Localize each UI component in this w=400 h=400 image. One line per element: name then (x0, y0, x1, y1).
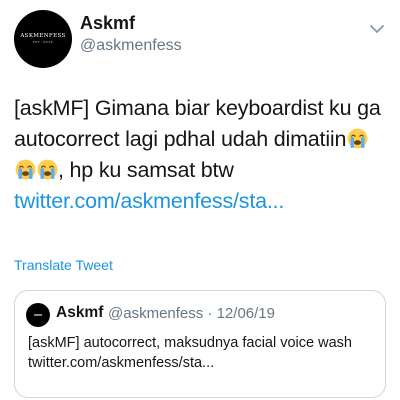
tweet-text-segment: , hp ku samsat btw (58, 158, 234, 182)
avatar-brand-text: ASKMENFESS (20, 32, 66, 39)
quoted-handle-date: @askmenfess · 12/06/19 (108, 305, 275, 322)
crying-face-icon (15, 159, 36, 180)
tweet-text-line: [askMF] Gimana biar keyboardist ku ga (14, 96, 381, 120)
quoted-avatar (26, 303, 50, 327)
tweet-text-line: autocorrect lagi pdhal udah dimatiin (14, 124, 392, 155)
crying-face-icon (347, 128, 368, 149)
tweet-card[interactable]: ASKMENFESS EST. 2019 Askmf @askmenfess [… (0, 0, 400, 400)
tweet-text: [askMF] Gimana biar keyboardist ku ga au… (14, 93, 392, 217)
quoted-author-name: Askmf (56, 304, 104, 321)
avatar[interactable]: ASKMENFESS EST. 2019 (14, 10, 72, 68)
quoted-link: twitter.com/askmenfess/sta... (28, 355, 215, 371)
tweet-link[interactable]: twitter.com/askmenfess/sta... (14, 186, 392, 217)
translate-tweet-link[interactable]: Translate Tweet (14, 257, 113, 273)
chevron-down-icon[interactable] (366, 18, 388, 40)
quoted-tweet[interactable]: Askmf @askmenfess · 12/06/19 [askMF] aut… (14, 290, 386, 398)
tweet-text-segment: autocorrect lagi pdhal udah dimatiin (14, 127, 347, 151)
avatar-tagline-text: EST. 2019 (32, 40, 54, 45)
author-name[interactable]: Askmf (80, 13, 135, 34)
author-handle[interactable]: @askmenfess (80, 37, 182, 55)
quoted-text-body: [askMF] autocorrect, maksudnya facial vo… (28, 335, 352, 351)
crying-face-icon (37, 159, 58, 180)
quoted-text: [askMF] autocorrect, maksudnya facial vo… (28, 333, 378, 373)
tweet-text-line: , hp ku samsat btw (14, 155, 392, 186)
